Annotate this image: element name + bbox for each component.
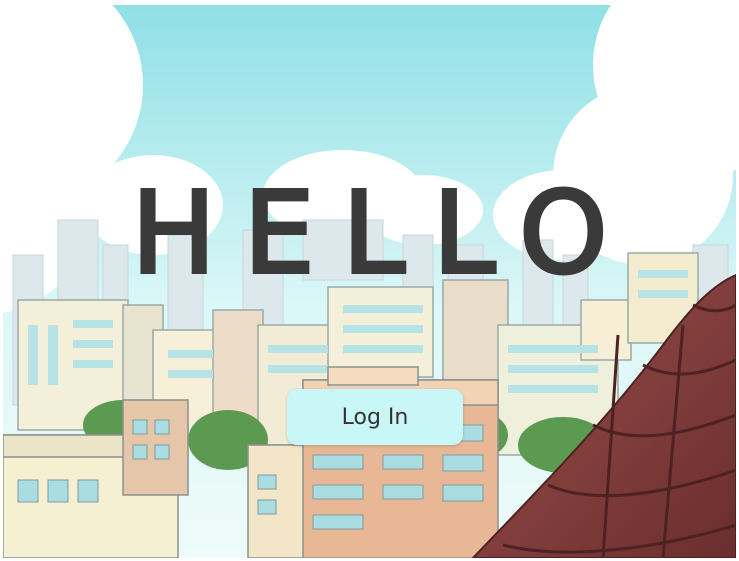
hello-title: HELLO: [130, 169, 636, 299]
login-button[interactable]: Log In: [287, 389, 463, 445]
city-background: HELLO Log In: [3, 5, 736, 558]
app-window: HELLO Log In: [0, 0, 739, 561]
